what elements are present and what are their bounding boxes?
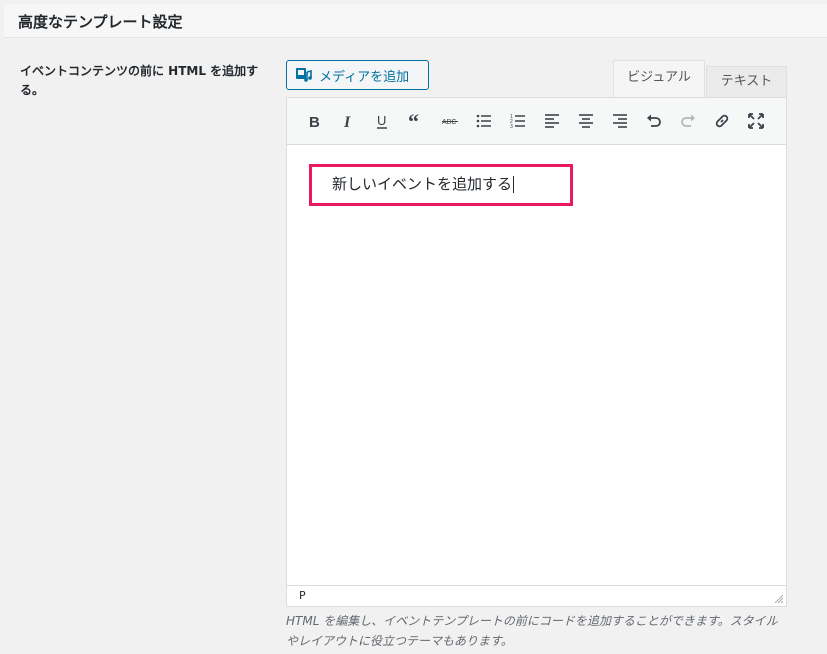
svg-text:U: U	[377, 113, 386, 128]
undo-button[interactable]	[637, 106, 671, 136]
fullscreen-button[interactable]	[739, 106, 773, 136]
add-media-button[interactable]: メディアを追加	[286, 60, 429, 90]
tab-visual[interactable]: ビジュアル	[613, 60, 705, 97]
svg-text:3: 3	[510, 124, 513, 130]
strikethrough-button[interactable]: ABC	[433, 106, 467, 136]
numbered-list-icon: 123	[510, 114, 525, 130]
section-title: 高度なテンプレート設定	[18, 13, 183, 31]
section-header: 高度なテンプレート設定	[4, 4, 827, 38]
align-center-button[interactable]	[569, 106, 603, 136]
strikethrough-icon: ABC	[442, 119, 458, 126]
svg-text:B: B	[309, 114, 320, 130]
svg-text:I: I	[343, 114, 351, 130]
field-label: イベントコンテンツの前に HTML を追加する。	[20, 64, 259, 97]
editor-content-area[interactable]: 新しいイベントを追加する	[287, 145, 786, 585]
link-button[interactable]	[705, 106, 739, 136]
bulleted-list-icon	[476, 114, 491, 128]
text-caret	[513, 176, 515, 193]
quote-icon: “	[408, 112, 419, 130]
redo-icon	[681, 114, 695, 127]
align-left-button[interactable]	[535, 106, 569, 136]
editor-statusbar: P	[287, 585, 786, 606]
link-icon	[715, 114, 729, 128]
editor-toolbar: B I U “ ABC 123	[287, 98, 786, 145]
field-description: HTML を編集し、イベントテンプレートの前にコードを追加することができます。ス…	[286, 614, 778, 648]
numbered-list-button[interactable]: 123	[501, 106, 535, 136]
editor-text[interactable]: 新しいイベントを追加する	[332, 173, 515, 194]
align-right-icon	[613, 114, 627, 128]
editor: B I U “ ABC 123 新しいイベントを追加する P	[286, 97, 787, 607]
underline-icon: U	[377, 113, 387, 129]
svg-text:ABC: ABC	[442, 119, 456, 126]
italic-button[interactable]: I	[331, 106, 365, 136]
element-path[interactable]: P	[299, 589, 306, 602]
bold-icon: B	[309, 114, 320, 130]
align-right-button[interactable]	[603, 106, 637, 136]
blockquote-button[interactable]: “	[399, 106, 433, 136]
editor-content: 新しいイベントを追加する	[332, 175, 513, 193]
svg-text:“: “	[408, 112, 419, 130]
underline-button[interactable]: U	[365, 106, 399, 136]
bold-button[interactable]: B	[297, 106, 331, 136]
tab-text[interactable]: テキスト	[706, 66, 787, 97]
align-center-icon	[579, 114, 593, 128]
redo-button[interactable]	[671, 106, 705, 136]
media-icon	[295, 66, 313, 84]
align-left-icon	[545, 114, 559, 128]
italic-icon: I	[343, 114, 351, 130]
bulleted-list-button[interactable]	[467, 106, 501, 136]
undo-icon	[647, 114, 661, 127]
resize-handle-icon[interactable]	[773, 593, 783, 603]
fullscreen-icon	[748, 113, 764, 129]
add-media-label: メディアを追加	[319, 69, 410, 85]
